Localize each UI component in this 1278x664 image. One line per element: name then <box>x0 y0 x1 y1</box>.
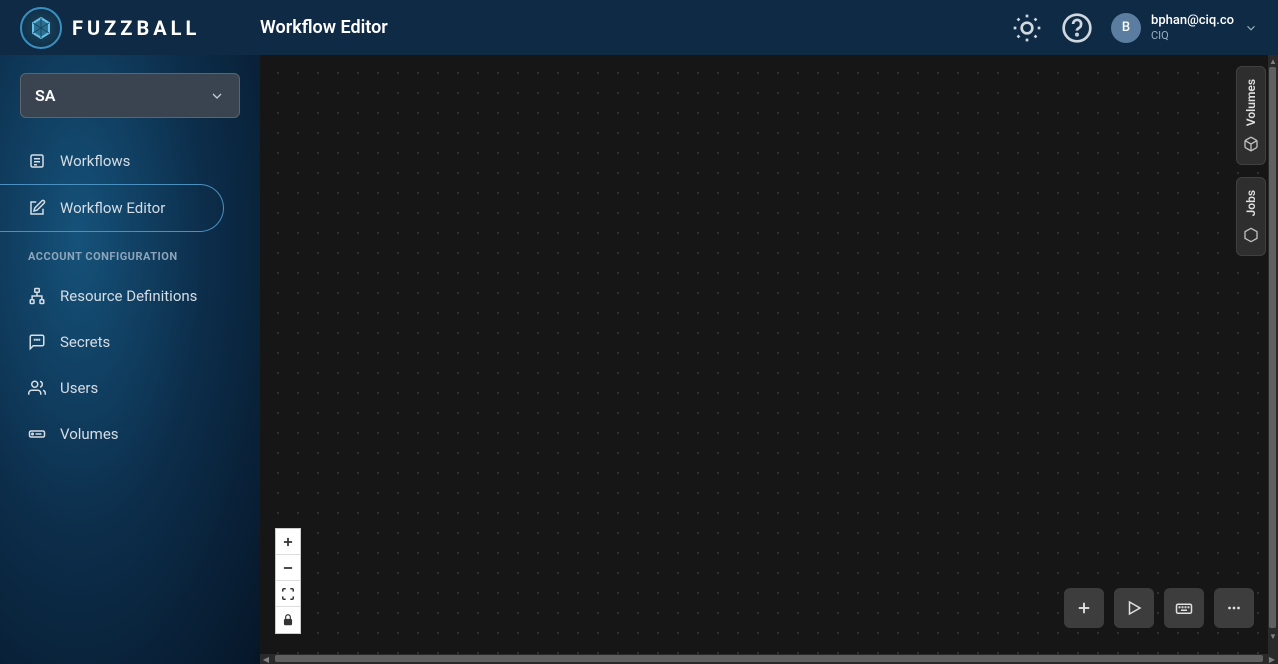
user-info: bphan@ciq.co CIQ <box>1151 13 1234 42</box>
sidebar-section-header: ACCOUNT CONFIGURATION <box>0 232 260 273</box>
sidebar-item-label: Workflow Editor <box>60 199 165 217</box>
theme-toggle-button[interactable] <box>1011 12 1043 44</box>
sidebar-item-users[interactable]: Users <box>0 365 260 411</box>
scroll-right-arrow[interactable]: ▶ <box>1266 654 1278 664</box>
sidebar-item-label: Resource Definitions <box>60 287 197 305</box>
edit-icon <box>28 199 46 217</box>
lock-icon <box>281 613 295 627</box>
zoom-out-button[interactable] <box>276 555 300 581</box>
side-tab-jobs[interactable]: Jobs <box>1236 177 1266 255</box>
maximize-icon <box>281 587 295 601</box>
chevron-down-icon <box>1244 21 1258 35</box>
user-menu[interactable]: B bphan@ciq.co CIQ <box>1111 13 1258 43</box>
users-icon <box>28 379 46 397</box>
lock-button[interactable] <box>276 607 300 633</box>
vertical-scrollbar[interactable]: ▲ ▼ <box>1268 55 1278 654</box>
help-icon <box>1061 12 1093 44</box>
header-actions: B bphan@ciq.co CIQ <box>1011 12 1258 44</box>
sidebar-item-label: Workflows <box>60 152 130 170</box>
horizontal-scrollbar[interactable]: ◀ ▶ <box>260 654 1278 664</box>
play-icon <box>1125 599 1143 617</box>
plus-icon <box>1075 599 1093 617</box>
canvas-area: ▲ ▼ ◀ ▶ <box>260 55 1278 664</box>
run-button[interactable] <box>1114 588 1154 628</box>
avatar: B <box>1111 13 1141 43</box>
list-icon <box>28 152 46 170</box>
logo-area: FUZZBALL <box>20 7 260 49</box>
page-title: Workflow Editor <box>260 17 388 38</box>
org-selector[interactable]: SA <box>20 73 240 118</box>
scroll-left-arrow[interactable]: ◀ <box>260 654 272 664</box>
right-side-tabs: Volumes Jobs <box>1236 66 1266 256</box>
more-button[interactable] <box>1214 588 1254 628</box>
side-tab-label: Volumes <box>1244 79 1258 126</box>
scroll-down-arrow[interactable]: ▼ <box>1268 630 1278 642</box>
workflow-canvas[interactable] <box>260 55 1278 664</box>
zoom-in-button[interactable] <box>276 529 300 555</box>
user-email: bphan@ciq.co <box>1151 13 1234 29</box>
sidebar-item-label: Users <box>60 379 98 397</box>
sidebar-item-volumes[interactable]: Volumes <box>0 411 260 457</box>
more-horizontal-icon <box>1225 599 1243 617</box>
cube-icon <box>1243 136 1259 152</box>
drive-icon <box>28 425 46 443</box>
side-tab-volumes[interactable]: Volumes <box>1236 66 1266 165</box>
vertical-scroll-thumb[interactable] <box>1269 67 1276 628</box>
sitemap-icon <box>28 287 46 305</box>
scroll-up-arrow[interactable]: ▲ <box>1268 55 1278 67</box>
sidebar-item-label: Secrets <box>60 333 110 351</box>
add-node-button[interactable] <box>1064 588 1104 628</box>
fit-screen-button[interactable] <box>276 581 300 607</box>
horizontal-scroll-thumb[interactable] <box>275 655 1263 662</box>
app-name: FUZZBALL <box>72 16 200 40</box>
sidebar-item-secrets[interactable]: Secrets <box>0 319 260 365</box>
app-header: FUZZBALL Workflow Editor B bphan@ciq.co … <box>0 0 1278 55</box>
main-layout: SA Workflows Workflow Editor ACCOUNT CON… <box>0 55 1278 664</box>
user-org: CIQ <box>1151 29 1234 42</box>
sun-icon <box>1011 12 1043 44</box>
sidebar: SA Workflows Workflow Editor ACCOUNT CON… <box>0 55 260 664</box>
zoom-controls <box>275 528 301 634</box>
minus-icon <box>281 561 295 575</box>
sidebar-item-label: Volumes <box>60 425 119 443</box>
chevron-down-icon <box>209 88 225 104</box>
help-button[interactable] <box>1061 12 1093 44</box>
sidebar-item-workflow-editor[interactable]: Workflow Editor <box>0 184 224 232</box>
message-lock-icon <box>28 333 46 351</box>
plus-icon <box>281 535 295 549</box>
sidebar-item-resource-definitions[interactable]: Resource Definitions <box>0 273 260 319</box>
keyboard-button[interactable] <box>1164 588 1204 628</box>
logo-icon <box>20 7 62 49</box>
side-tab-label: Jobs <box>1244 190 1258 216</box>
keyboard-icon <box>1175 599 1193 617</box>
org-selected-label: SA <box>35 86 55 105</box>
hexagon-icon <box>1243 227 1259 243</box>
action-bar <box>1064 588 1254 628</box>
sidebar-item-workflows[interactable]: Workflows <box>0 138 260 184</box>
